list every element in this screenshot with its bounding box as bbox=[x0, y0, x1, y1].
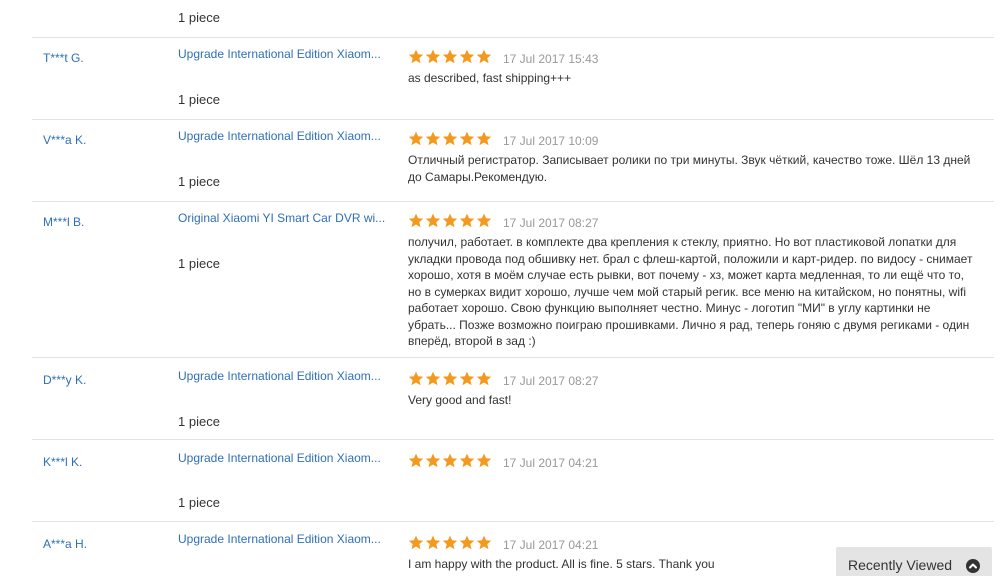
star-icon bbox=[408, 131, 424, 146]
review-row: T***t G. Upgrade International Edition X… bbox=[0, 37, 995, 119]
star-icon bbox=[476, 131, 492, 146]
star-icon bbox=[442, 213, 458, 228]
star-rating bbox=[408, 371, 492, 387]
feedback-text: as described, fast shipping+++ bbox=[408, 71, 572, 85]
star-icon bbox=[425, 371, 441, 386]
star-icon bbox=[459, 453, 475, 468]
review-date: 17 Jul 2017 15:43 bbox=[503, 52, 599, 66]
review-date: 17 Jul 2017 08:27 bbox=[503, 216, 599, 230]
star-icon bbox=[425, 213, 441, 228]
product-link[interactable]: Upgrade International Edition Xiaom... bbox=[178, 369, 388, 383]
buyer-name[interactable]: V***a K. bbox=[43, 133, 86, 147]
star-icon bbox=[408, 213, 424, 228]
product-link[interactable]: Original Xiaomi YI Smart Car DVR wi... bbox=[178, 211, 388, 225]
star-icon bbox=[408, 49, 424, 64]
star-icon bbox=[425, 535, 441, 550]
buyer-name[interactable]: K***l K. bbox=[43, 455, 82, 469]
product-link[interactable]: Upgrade International Edition Xiaom... bbox=[178, 47, 388, 61]
quantity-label: 1 piece bbox=[178, 10, 220, 25]
quantity-label: 1 piece bbox=[178, 92, 220, 107]
review-date: 17 Jul 2017 04:21 bbox=[503, 538, 599, 552]
buyer-name[interactable]: T***t G. bbox=[43, 51, 84, 65]
buyer-name[interactable]: M***l B. bbox=[43, 215, 84, 229]
star-icon bbox=[442, 131, 458, 146]
buyer-name[interactable]: D***y K. bbox=[43, 373, 86, 387]
product-link[interactable]: Upgrade International Edition Xiaom... bbox=[178, 532, 388, 546]
star-icon bbox=[425, 49, 441, 64]
star-icon bbox=[459, 535, 475, 550]
star-rating bbox=[408, 49, 492, 65]
chevron-up-circle-icon bbox=[966, 559, 980, 573]
star-icon bbox=[476, 535, 492, 550]
recently-viewed-button[interactable]: Recently Viewed bbox=[836, 547, 992, 576]
quantity-label: 1 piece bbox=[178, 495, 220, 510]
feedback-text: Отличный регистратор. Записывает ролики … bbox=[408, 153, 971, 184]
review-date: 17 Jul 2017 04:21 bbox=[503, 456, 599, 470]
quantity-label: 1 piece bbox=[178, 174, 220, 189]
star-icon bbox=[442, 49, 458, 64]
star-icon bbox=[476, 371, 492, 386]
quantity-label: 1 piece bbox=[178, 414, 220, 429]
star-icon bbox=[476, 49, 492, 64]
star-icon bbox=[476, 213, 492, 228]
star-icon bbox=[425, 453, 441, 468]
star-rating bbox=[408, 213, 492, 229]
star-rating bbox=[408, 453, 492, 469]
star-rating bbox=[408, 535, 492, 551]
star-rating bbox=[408, 131, 492, 147]
star-icon bbox=[442, 453, 458, 468]
review-row: V***a K. Upgrade International Edition X… bbox=[0, 119, 995, 201]
star-icon bbox=[408, 453, 424, 468]
review-row: M***l B. Original Xiaomi YI Smart Car DV… bbox=[0, 201, 995, 357]
star-icon bbox=[442, 535, 458, 550]
product-link[interactable]: Upgrade International Edition Xiaom... bbox=[178, 451, 388, 465]
product-link[interactable]: Upgrade International Edition Xiaom... bbox=[178, 129, 388, 143]
buyer-name[interactable]: A***a H. bbox=[43, 537, 87, 551]
review-row: K***l K. Upgrade International Edition X… bbox=[0, 439, 995, 521]
star-icon bbox=[408, 535, 424, 550]
quantity-label: 1 piece bbox=[178, 256, 220, 271]
star-icon bbox=[442, 371, 458, 386]
feedback-text: получил, работает. в комплекте два крепл… bbox=[408, 235, 973, 348]
star-icon bbox=[408, 371, 424, 386]
star-icon bbox=[459, 49, 475, 64]
star-icon bbox=[459, 371, 475, 386]
feedback-text: Very good and fast! bbox=[408, 393, 512, 407]
review-date: 17 Jul 2017 10:09 bbox=[503, 134, 599, 148]
review-date: 17 Jul 2017 08:27 bbox=[503, 374, 599, 388]
review-row: D***y K. Upgrade International Edition X… bbox=[0, 357, 995, 439]
star-icon bbox=[425, 131, 441, 146]
star-icon bbox=[459, 131, 475, 146]
star-icon bbox=[476, 453, 492, 468]
star-icon bbox=[459, 213, 475, 228]
recently-viewed-label: Recently Viewed bbox=[848, 557, 953, 573]
